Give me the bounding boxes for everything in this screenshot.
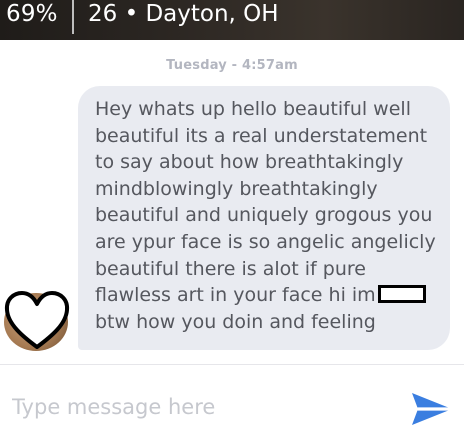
message-timestamp: Tuesday - 4:57am xyxy=(166,58,298,73)
header-divider xyxy=(72,0,74,34)
message-input[interactable] xyxy=(12,391,392,423)
age-location: 26 • Dayton, OH xyxy=(88,1,279,27)
heart-icon xyxy=(4,291,70,349)
redaction-box xyxy=(377,285,426,304)
message-bubble: Hey whats up hello beautiful well beauti… xyxy=(78,86,450,350)
match-percent: 69% xyxy=(6,1,58,27)
message-text-part-2: btw how you doin and feeling xyxy=(95,310,376,333)
profile-header[interactable]: 69% 26 • Dayton, OH xyxy=(0,0,464,40)
chat-screen: 69% 26 • Dayton, OH Tuesday - 4:57am Hey… xyxy=(0,0,464,442)
message-text-part-1: Hey whats up hello beautiful well beauti… xyxy=(95,98,436,307)
send-button[interactable] xyxy=(408,389,456,429)
message-composer xyxy=(0,365,464,442)
message-text: Hey whats up hello beautiful well beauti… xyxy=(95,96,436,335)
avatar[interactable] xyxy=(4,291,70,351)
send-icon xyxy=(412,393,454,425)
